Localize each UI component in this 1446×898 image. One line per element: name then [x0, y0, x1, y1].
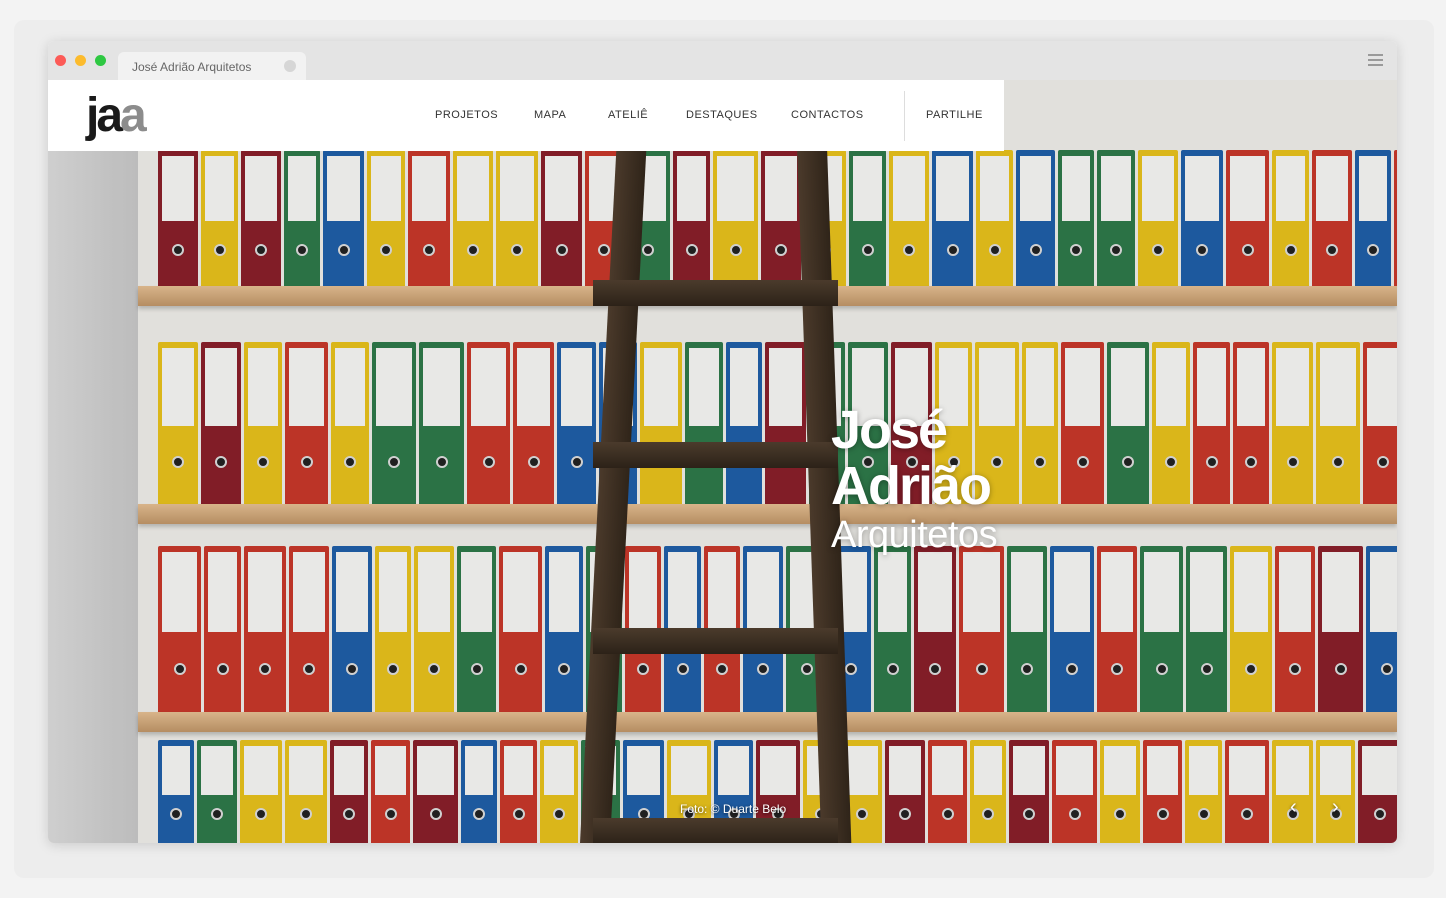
nav-contactos[interactable]: CONTACTOS — [791, 109, 864, 121]
browser-window: José Adrião Arquitetos jaa PROJETOS MAPA… — [48, 41, 1397, 843]
nav-projetos[interactable]: PROJETOS — [435, 109, 498, 121]
browser-menu-icon[interactable] — [1368, 54, 1383, 66]
nav-atelie[interactable]: ATELIÊ — [608, 109, 648, 121]
hero-title-line3: Arquitetos — [831, 514, 998, 556]
site-header: jaa PROJETOS MAPA ATELIÊ DESTAQUES CONTA… — [48, 80, 1004, 151]
hero-title: José Adrião Arquitetos — [831, 400, 998, 556]
logo-text-dark: ja — [86, 89, 123, 142]
chevron-right-icon[interactable]: › — [1332, 796, 1339, 819]
site-logo[interactable]: jaa — [86, 88, 147, 143]
hero-title-line2: Adrião — [831, 456, 992, 516]
share-button[interactable]: PARTILHE — [926, 109, 983, 121]
hero-title-line1: José — [831, 400, 948, 460]
page-viewport: jaa PROJETOS MAPA ATELIÊ DESTAQUES CONTA… — [48, 80, 1397, 843]
tab-title: José Adrião Arquitetos — [132, 60, 252, 74]
minimize-window-button[interactable] — [75, 55, 86, 66]
nav-destaques[interactable]: DESTAQUES — [686, 109, 758, 121]
close-window-button[interactable] — [55, 55, 66, 66]
browser-tab[interactable]: José Adrião Arquitetos — [118, 52, 306, 80]
logo-text-grey: a — [120, 89, 147, 142]
photo-credit: Foto: © Duarte Belo — [680, 802, 787, 816]
hero-photo — [48, 80, 1397, 843]
maximize-window-button[interactable] — [95, 55, 106, 66]
nav-divider — [904, 91, 905, 141]
browser-chrome: José Adrião Arquitetos — [48, 41, 1397, 80]
tab-close-icon[interactable] — [284, 60, 296, 72]
nav-mapa[interactable]: MAPA — [534, 109, 566, 121]
chevron-left-icon[interactable]: ‹ — [1290, 796, 1297, 819]
